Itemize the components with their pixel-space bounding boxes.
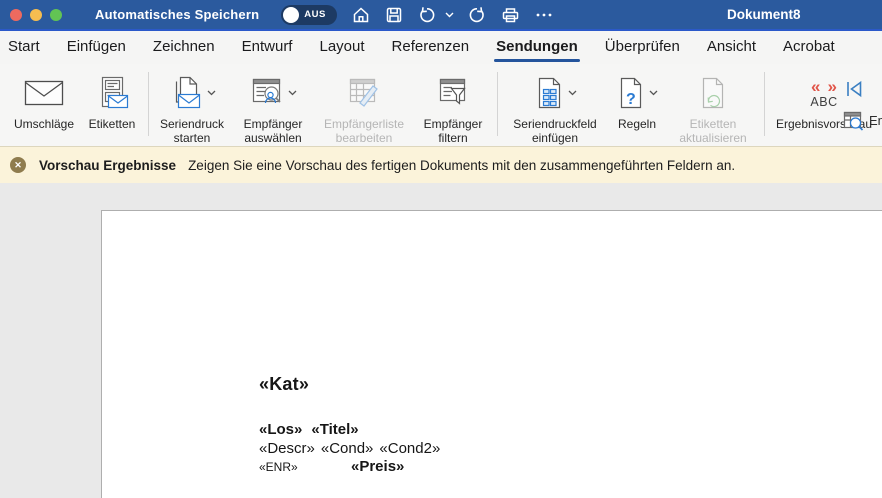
tab-layout[interactable]: Layout [319,31,364,64]
autosave-label: Automatisches Speichern [95,7,259,22]
banner-title: Vorschau Ergebnisse [39,158,176,173]
merge-field-cond: «Cond» [321,440,374,457]
edit-recipient-list-icon [347,77,381,109]
preview-results-icon: « » ABC [810,78,837,109]
chevron-down-icon [649,90,658,96]
start-mail-merge-icon [169,76,203,110]
printer-icon [500,5,521,25]
close-icon: ✕ [14,160,22,171]
merge-field-line-2: «Descr» «Cond» «Cond2» [259,440,440,459]
save-icon [384,5,404,25]
ribbon-tabbar: Start Einfügen Zeichnen Entwurf Layout R… [0,31,882,64]
zoom-window-button[interactable] [50,9,62,21]
document-canvas: «Kat» «Los»«Titel» «Descr»«Cond»«Cond2» … [0,183,882,498]
merge-field-line-3: «ENR»«Preis» [259,458,440,477]
tab-ansicht[interactable]: Ansicht [707,31,756,64]
tab-zeichnen[interactable]: Zeichnen [153,31,215,64]
guillemet-open: « [811,78,820,95]
banner-message: Zeigen Sie eine Vorschau des fertigen Do… [188,158,735,173]
save-button[interactable] [382,3,406,27]
find-recipient-label: Em [869,114,882,128]
autosave-toggle[interactable]: AUS [281,5,337,25]
merge-field-kat: «Kat» [259,374,440,394]
more-commands-button[interactable] [532,3,556,27]
merge-record-nav-cluster: Em [843,78,882,132]
group-separator [497,72,498,136]
tab-einfuegen[interactable]: Einfügen [67,31,126,64]
first-record-icon [845,80,864,98]
toggle-knob [283,7,299,23]
rules-button[interactable]: ? Regeln [608,68,666,132]
preview-results-banner: ✕ Vorschau Ergebnisse Zeigen Sie eine Vo… [0,146,882,183]
insert-merge-field-icon [534,77,564,109]
labels-icon [94,68,130,118]
word-window: Automatisches Speichern AUS [0,0,882,498]
merge-field-los: «Los» [259,421,302,438]
insert-merge-field-button[interactable]: Seriendruckfeld einfügen [502,68,608,145]
update-labels-icon [698,77,728,109]
document-page[interactable]: «Kat» «Los»«Titel» «Descr»«Cond»«Cond2» … [101,210,882,498]
print-button[interactable] [498,3,523,27]
envelope-icon [24,68,64,118]
close-window-button[interactable] [10,9,22,21]
tab-start[interactable]: Start [8,31,40,64]
start-mail-merge-button[interactable]: Seriendruck starten [153,68,231,145]
guillemet-close: » [827,78,836,95]
first-record-button[interactable] [843,78,866,100]
tab-acrobat[interactable]: Acrobat [783,31,835,64]
filter-recipients-button[interactable]: Empfänger filtern [413,68,493,145]
tab-sendungen[interactable]: Sendungen [496,31,578,64]
undo-icon [417,5,437,25]
find-recipient-button[interactable]: Em [843,110,882,132]
tab-referenzen[interactable]: Referenzen [392,31,470,64]
minimize-window-button[interactable] [30,9,42,21]
chevron-down-icon [568,90,577,96]
window-title: Dokument8 [727,0,801,29]
home-icon [351,5,371,25]
redo-button[interactable] [465,3,489,27]
tab-ueberpruefen[interactable]: Überprüfen [605,31,680,64]
chevron-down-icon [288,90,297,96]
group-separator [148,72,149,136]
filter-recipients-icon [436,77,470,109]
find-recipient-icon [843,110,865,132]
titlebar: Automatisches Speichern AUS [0,0,882,31]
svg-text:?: ? [626,91,636,108]
merge-field-descr: «Descr» [259,440,315,457]
merge-fields-block: «Kat» «Los»«Titel» «Descr»«Cond»«Cond2» … [259,374,440,477]
merge-field-cond2: «Cond2» [379,440,440,457]
home-button[interactable] [349,3,373,27]
select-recipients-icon [250,77,284,109]
envelopes-button[interactable]: Umschläge [8,68,80,132]
group-separator [764,72,765,136]
undo-menu-chevron[interactable] [443,10,456,20]
tab-entwurf[interactable]: Entwurf [242,31,293,64]
merge-field-enr: «ENR» [259,458,351,477]
edit-recipient-list-button: Empfängerliste bearbeiten [315,68,413,145]
chevron-down-icon [445,12,454,18]
ribbon: Umschläge Etiketten [0,64,882,146]
ellipsis-icon [534,5,554,25]
select-recipients-button[interactable]: Empfänger auswählen [231,68,315,145]
labels-button[interactable]: Etiketten [80,68,144,132]
chevron-down-icon [207,90,216,96]
previous-record-button[interactable] [878,78,882,100]
merge-field-line-1: «Los» «Titel» [259,421,440,440]
autosave-state-label: AUS [304,9,326,20]
rules-icon: ? [617,77,645,109]
traffic-lights [10,9,62,21]
update-labels-button: Etiketten aktualisieren [666,68,760,145]
merge-field-preis: «Preis» [351,458,404,475]
redo-icon [467,5,487,25]
dismiss-banner-button[interactable]: ✕ [10,157,26,173]
undo-button[interactable] [415,3,439,27]
merge-field-titel: «Titel» [311,421,358,438]
abc-label: ABC [810,96,837,109]
